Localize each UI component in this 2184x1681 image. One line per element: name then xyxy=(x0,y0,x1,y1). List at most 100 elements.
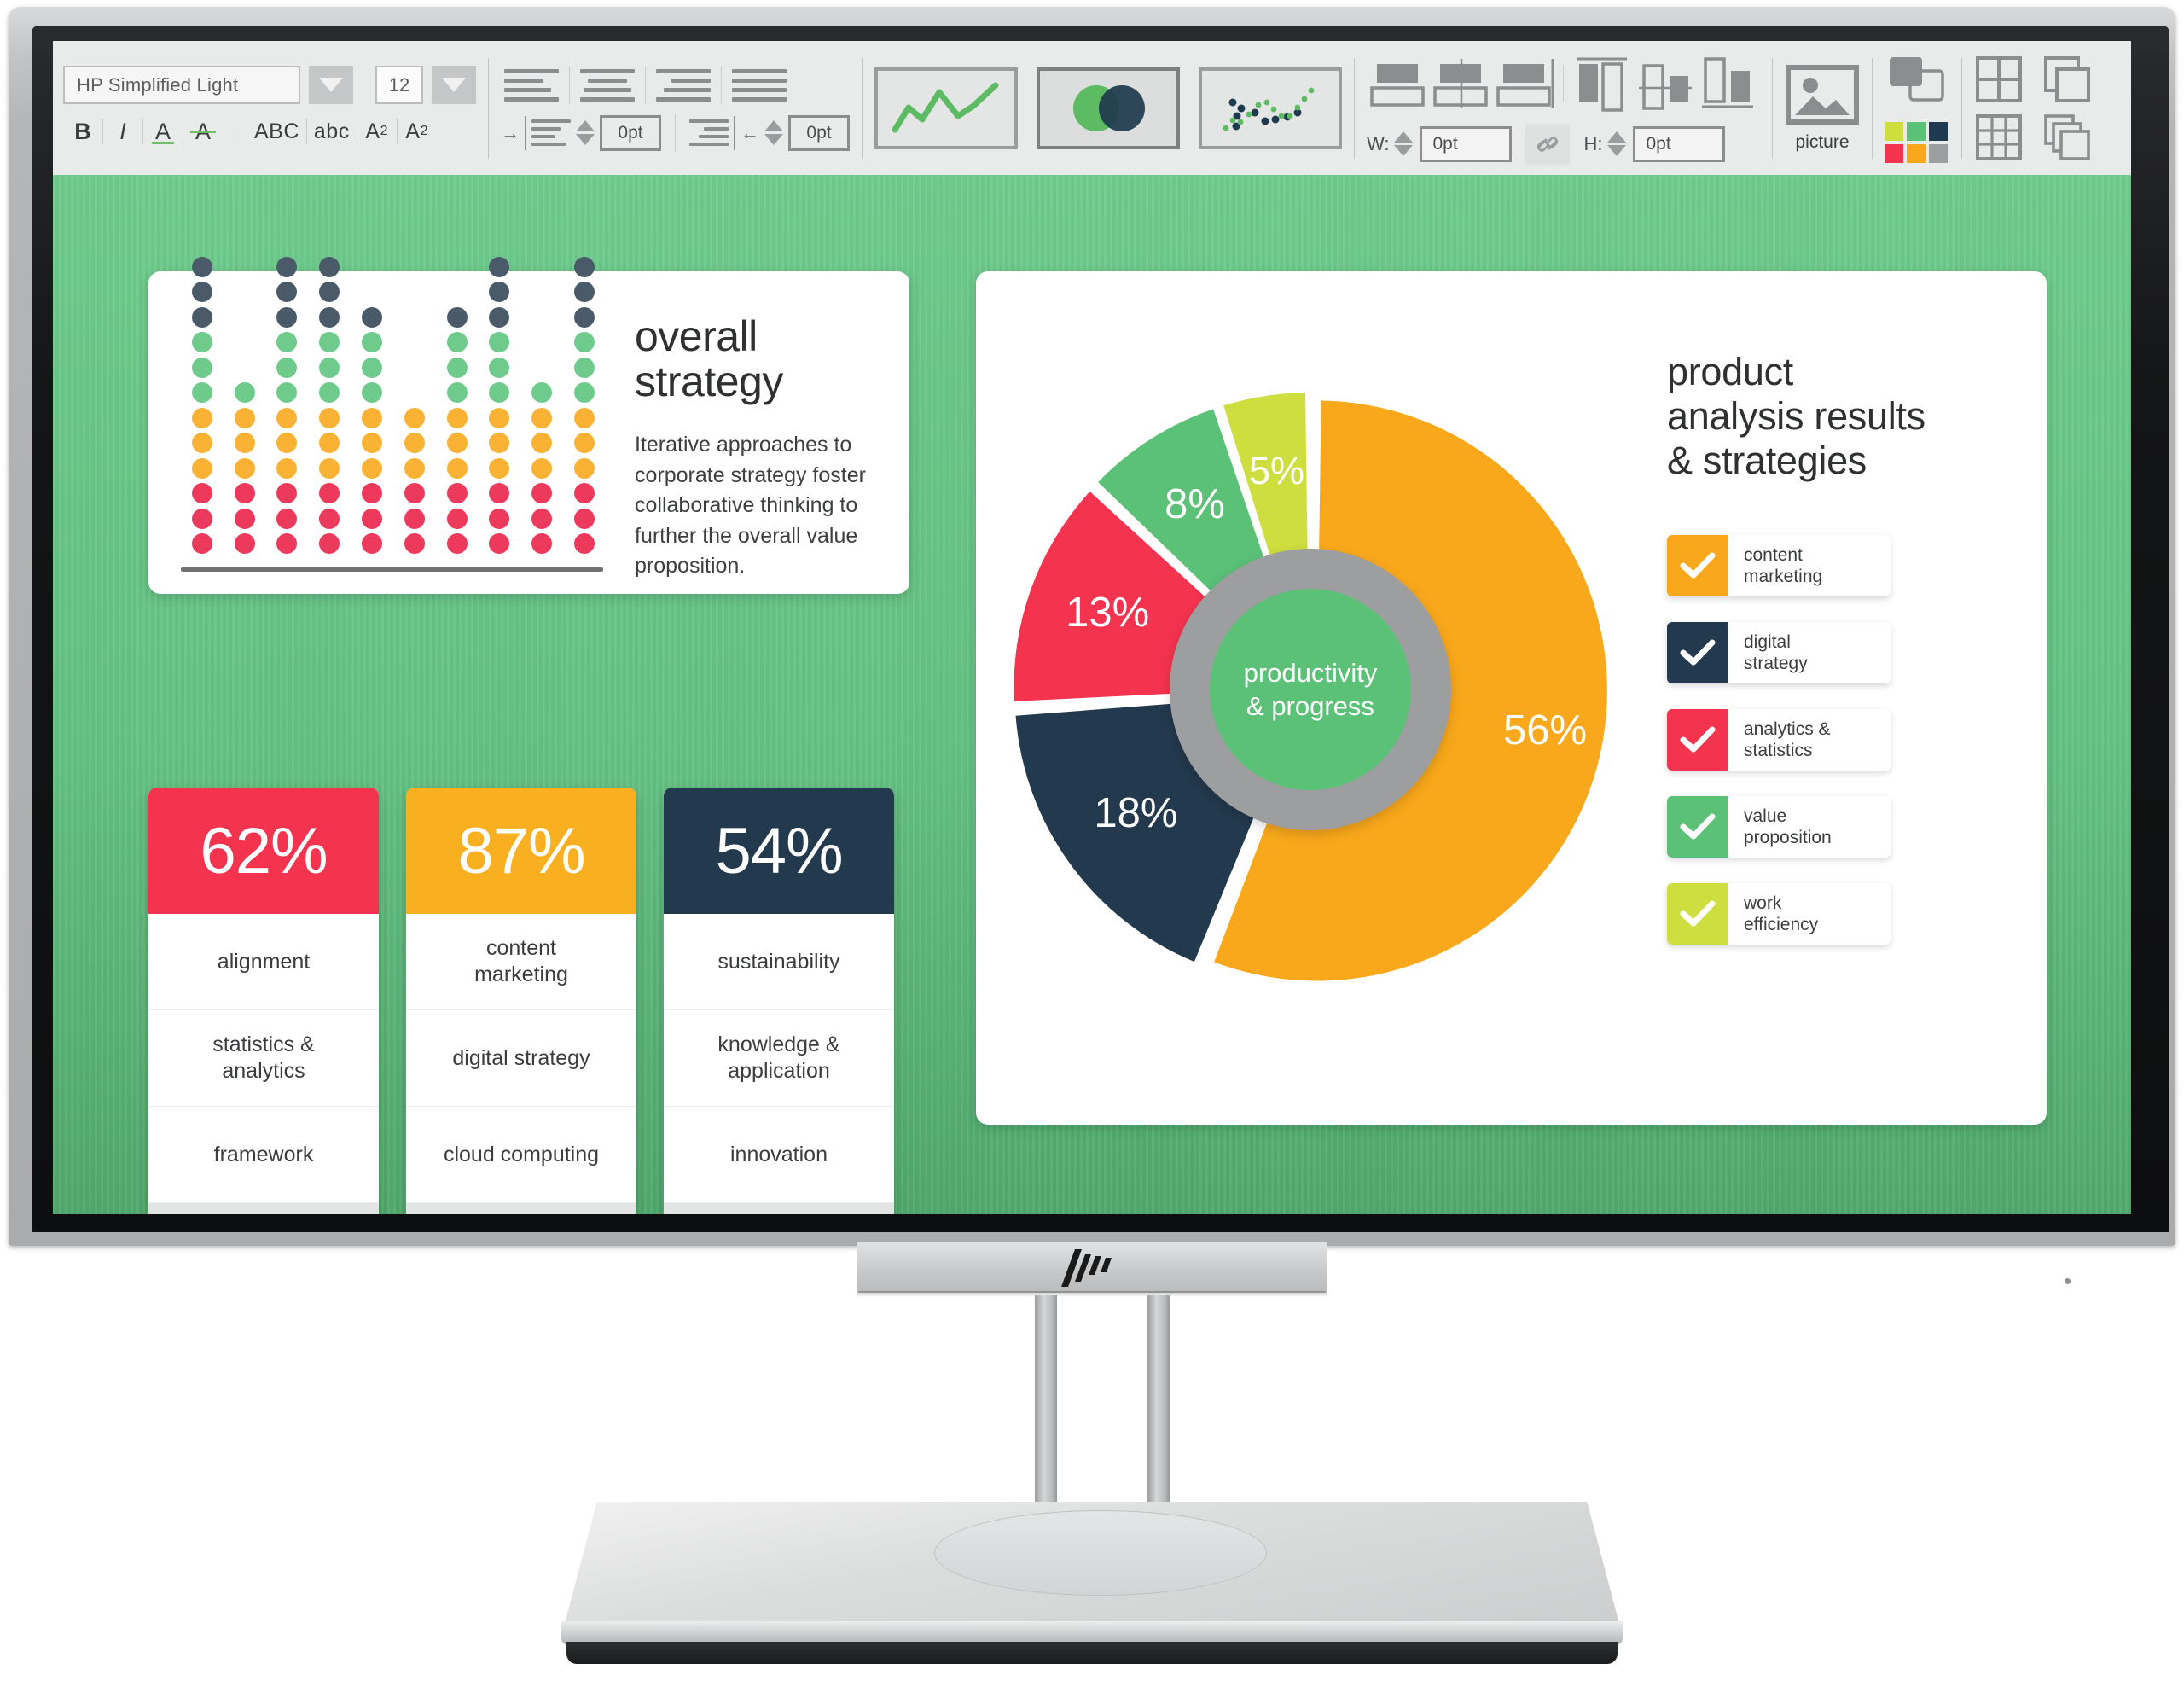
legend-item[interactable]: work efficiency xyxy=(1667,883,1891,945)
toolbar-separator xyxy=(1872,57,1873,159)
dot-marker xyxy=(574,433,595,453)
swatch-lime[interactable] xyxy=(1885,121,1903,141)
width-input[interactable]: 0pt xyxy=(1420,125,1513,162)
align-left-icon[interactable] xyxy=(501,65,562,106)
align-left-objects-icon[interactable] xyxy=(1571,52,1634,115)
align-bottom-icon[interactable] xyxy=(1493,52,1556,115)
font-size-dropdown-button[interactable] xyxy=(432,66,476,104)
toolbar-separator xyxy=(1772,57,1773,159)
scatter-plot-icon xyxy=(1223,87,1315,131)
format-row: B I A A ABC abc A2 A 2 xyxy=(63,113,476,150)
dot-marker xyxy=(362,306,383,328)
align-center-icon[interactable] xyxy=(577,65,638,106)
align-right-objects-icon[interactable] xyxy=(1697,52,1760,115)
indent-right-spinner[interactable] xyxy=(764,120,783,145)
subscript-button[interactable]: A2 xyxy=(398,113,437,150)
width-spinner[interactable] xyxy=(1394,131,1414,156)
dot-column xyxy=(436,306,479,554)
swatch-red[interactable] xyxy=(1885,143,1903,163)
swatch-grey[interactable] xyxy=(1929,143,1948,163)
overall-strategy-card[interactable]: overall strategy Iterative approaches to … xyxy=(148,256,909,594)
stat-card[interactable]: 62% alignment statistics & analytics framewo… xyxy=(148,788,379,1214)
dot-marker xyxy=(276,357,298,378)
uppercase-button[interactable]: ABC xyxy=(247,113,306,150)
venn-chart-style-button[interactable] xyxy=(1037,67,1180,149)
align-justify-icon[interactable] xyxy=(729,65,790,106)
align-center-horizontal-icon[interactable] xyxy=(1634,52,1697,115)
scatter-chart-style-button[interactable] xyxy=(1199,67,1342,149)
dot-marker xyxy=(276,382,298,403)
spinner-down-icon xyxy=(1394,145,1414,156)
shapes-icon[interactable] xyxy=(1885,54,1949,105)
strikethrough-button[interactable]: A xyxy=(183,113,223,150)
lowercase-button[interactable]: abc xyxy=(307,113,357,150)
height-spinner[interactable] xyxy=(1607,131,1627,156)
lock-aspect-ratio-button[interactable] xyxy=(1525,123,1571,165)
dot-marker xyxy=(234,407,255,428)
width-label: W: xyxy=(1367,132,1390,154)
height-input[interactable]: 0pt xyxy=(1633,125,1726,162)
indent-left-spinner[interactable] xyxy=(576,120,595,145)
check-icon xyxy=(1680,813,1716,840)
swatch-green[interactable] xyxy=(1907,121,1926,141)
indent-left-value[interactable]: 0pt xyxy=(600,114,661,151)
legend-swatch xyxy=(1667,622,1728,684)
slide-canvas: overall strategy Iterative approaches to … xyxy=(53,175,2131,1214)
legend-item[interactable]: digital strategy xyxy=(1667,622,1891,684)
italic-button[interactable]: I xyxy=(103,113,142,150)
donut-slice-label: 5% xyxy=(1248,449,1304,493)
legend-item[interactable]: analytics & statistics xyxy=(1667,709,1891,771)
line-chart-style-button[interactable] xyxy=(874,67,1018,149)
height-label: H: xyxy=(1583,132,1603,154)
dot-marker xyxy=(489,357,510,378)
spinner-down-icon xyxy=(576,134,595,145)
font-size-input[interactable]: 12 xyxy=(375,66,423,104)
swatch-orange[interactable] xyxy=(1907,143,1926,163)
stat-card[interactable]: 87% content marketing digital strategy cloud… xyxy=(406,788,636,1214)
grid-3x3-icon[interactable] xyxy=(1974,113,2024,162)
dot-marker xyxy=(574,332,595,352)
legend-item[interactable]: content marketing xyxy=(1667,535,1891,597)
indent-lines-icon xyxy=(689,119,729,146)
dot-marker xyxy=(531,483,553,503)
align-top-icon[interactable] xyxy=(1367,52,1430,115)
indent-right-value[interactable]: 0pt xyxy=(788,114,850,151)
underline-button[interactable]: A xyxy=(143,113,183,150)
duplicate-multiple-icon[interactable] xyxy=(2042,113,2092,162)
dot-marker xyxy=(276,256,298,277)
divider xyxy=(721,66,722,104)
product-analysis-card[interactable]: productivity & progress 56% 18% 13% 8% 5% pro… xyxy=(976,271,2047,1125)
color-swatches[interactable] xyxy=(1885,121,1949,163)
dot-marker xyxy=(404,433,425,453)
bold-button[interactable]: B xyxy=(63,113,102,150)
align-center-vertical-icon[interactable] xyxy=(1430,52,1493,115)
duplicate-icon[interactable] xyxy=(2042,55,2092,104)
align-right-icon[interactable] xyxy=(653,65,714,106)
dot-marker xyxy=(191,332,212,352)
indent-row: → 0pt ← 0pt xyxy=(501,113,850,152)
superscript-button[interactable]: A2 xyxy=(357,113,397,150)
donut-chart[interactable]: productivity & progress 56% 18% 13% 8% 5% xyxy=(1012,323,1609,1073)
font-name-dropdown-button[interactable] xyxy=(309,66,353,104)
indent-left-control[interactable]: → 0pt xyxy=(501,114,661,151)
stat-item: sustainability xyxy=(664,914,894,1010)
dot-marker xyxy=(362,332,383,352)
dot-marker xyxy=(574,483,595,503)
dot-marker xyxy=(404,407,425,428)
legend-label: digital strategy xyxy=(1744,631,1808,674)
dot-chart xyxy=(181,256,606,572)
stat-item: knowledge & application xyxy=(664,1010,894,1107)
insert-picture-button[interactable]: picture xyxy=(1785,64,1860,153)
dot-marker xyxy=(489,483,510,503)
dot-marker xyxy=(234,433,255,453)
alignment-row xyxy=(501,65,850,106)
legend-item[interactable]: value proposition xyxy=(1667,796,1891,858)
dot-marker xyxy=(191,508,212,529)
stat-card[interactable]: 54% sustainability knowledge & application i… xyxy=(664,788,894,1214)
dot-marker xyxy=(276,433,298,453)
swatch-navy[interactable] xyxy=(1929,121,1948,141)
grid-2x2-icon[interactable] xyxy=(1974,55,2024,104)
monitor-stand-column-left xyxy=(1035,1295,1057,1519)
indent-right-control[interactable]: ← 0pt xyxy=(689,114,850,151)
font-name-input[interactable]: HP Simplified Light xyxy=(63,66,300,104)
